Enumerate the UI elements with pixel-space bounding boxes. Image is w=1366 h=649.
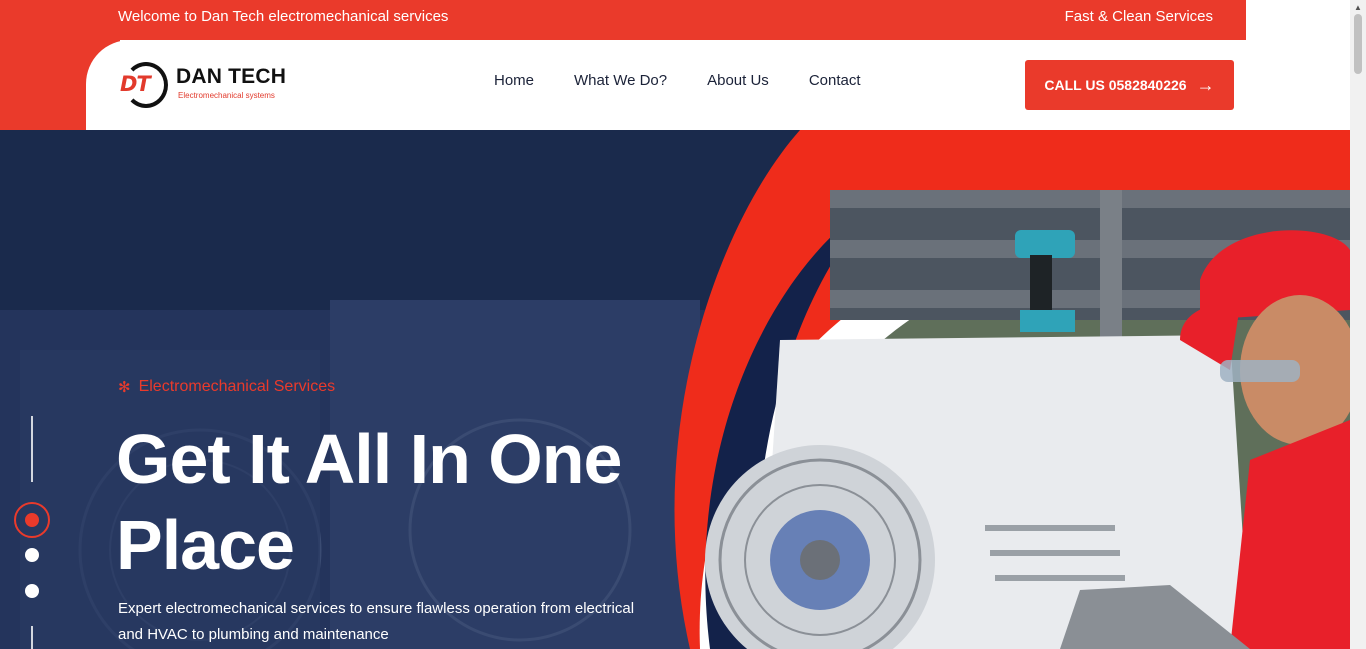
logo-tagline: Electromechanical systems — [178, 91, 275, 100]
slider-line-bottom — [31, 626, 33, 649]
slider-dot-active[interactable] — [14, 502, 50, 538]
nav-item-what-we-do[interactable]: What We Do? — [574, 72, 667, 89]
drill-shape — [1015, 230, 1075, 258]
scroll-up-icon[interactable]: ▲ — [1354, 3, 1362, 12]
hero-headline-line2: Place — [116, 506, 295, 584]
arrow-right-icon: → — [1196, 74, 1215, 95]
top-bar: Welcome to Dan Tech electromechanical se… — [0, 0, 1246, 40]
page-scrollbar[interactable]: ▲ — [1350, 0, 1366, 649]
scrollbar-thumb[interactable] — [1354, 14, 1362, 74]
hero-eyebrow: ✻ Electromechanical Services — [118, 378, 335, 396]
hero-headline: Get It All In One Place — [116, 416, 716, 588]
hero-headline-line1: Get It All In One — [116, 420, 622, 498]
tagline-text: Fast & Clean Services — [1064, 8, 1213, 25]
nav-item-contact[interactable]: Contact — [809, 72, 861, 89]
main-nav: Home What We Do? About Us Contact — [494, 72, 861, 89]
call-us-button[interactable]: CALL US 0582840226 → — [1025, 60, 1234, 110]
slider-dot-2[interactable] — [25, 548, 39, 562]
nav-item-home[interactable]: Home — [494, 72, 534, 89]
page: Welcome to Dan Tech electromechanical se… — [0, 0, 1366, 649]
logo-letters: DT — [120, 72, 151, 96]
slider-dot-3[interactable] — [25, 584, 39, 598]
hero-section: ✻ Electromechanical Services Get It All … — [0, 130, 1350, 649]
fan-icon: ✻ — [118, 379, 131, 396]
call-us-label: CALL US 0582840226 — [1044, 77, 1187, 93]
site-header: DT DAN TECH Electromechanical systems Ho… — [86, 40, 1246, 130]
logo-name: DAN TECH — [176, 65, 287, 88]
slider-pagination — [14, 416, 50, 649]
welcome-text: Welcome to Dan Tech electromechanical se… — [118, 8, 449, 25]
logo[interactable]: DT DAN TECH Electromechanical systems — [120, 60, 290, 110]
hero-eyebrow-text: Electromechanical Services — [138, 378, 336, 395]
hero-subtext: Expert electromechanical services to ens… — [118, 600, 635, 643]
slider-line-top — [31, 416, 33, 482]
logo-mark: DT — [120, 62, 168, 108]
nav-item-about-us[interactable]: About Us — [707, 72, 769, 89]
